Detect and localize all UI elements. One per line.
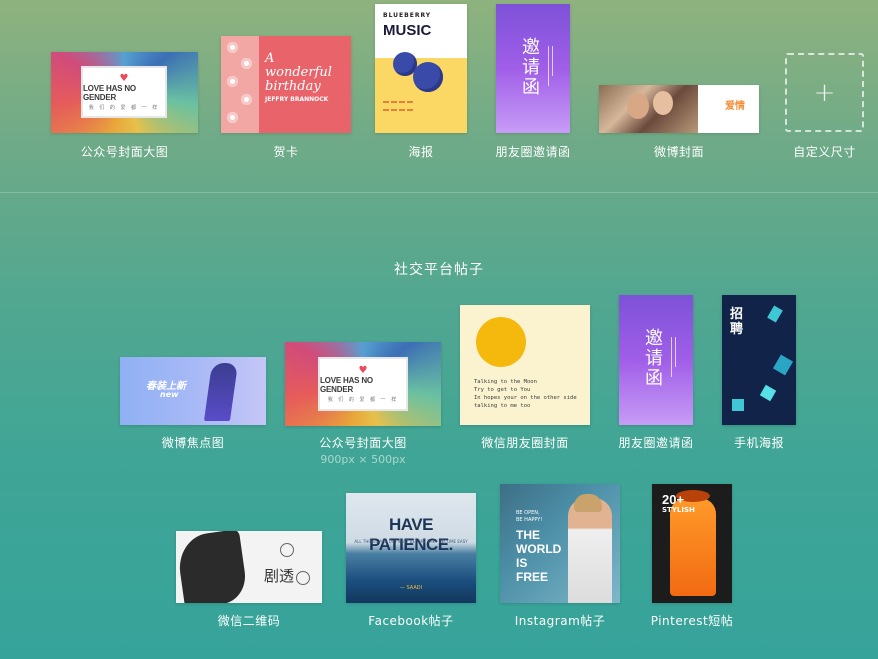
- cover-card: ♥ LOVE HAS NO GENDER 我 们 的 爱 都 一 样: [318, 357, 408, 411]
- template-thumb-pinterest[interactable]: 20+ STYLISH: [652, 484, 732, 603]
- phone-char: 聘: [730, 322, 744, 337]
- invite-chars: 邀请函: [522, 37, 540, 98]
- template-thumb-weibo-cover[interactable]: 爱情: [599, 85, 759, 133]
- label-facebook[interactable]: Facebook帖子: [336, 612, 486, 629]
- template-thumb-wechat-qr[interactable]: 剧透: [176, 531, 322, 603]
- fb-signature: — SAADI: [399, 585, 423, 591]
- moments-line: Try to get to You: [474, 387, 531, 393]
- weibo-love: 爱情: [725, 101, 745, 112]
- label-weibo-cover[interactable]: 微博封面: [599, 143, 759, 160]
- cover-title: LOVE HAS NO GENDER: [83, 83, 136, 102]
- template-thumb-moments-cover[interactable]: Talking to the Moon Try to get to You In…: [460, 305, 590, 425]
- pin-word: STYLISH: [662, 506, 695, 514]
- heart-icon: ♥: [119, 72, 129, 84]
- size-hint: 900px × 500px: [320, 453, 406, 466]
- cover-subtitle: 我 们 的 爱 都 一 样: [88, 104, 160, 111]
- label-invitation-2[interactable]: 朋友圈邀请函: [599, 434, 713, 451]
- template-thumb-wechat-cover[interactable]: ♥ LOVE HAS NO GENDER 我 们 的 爱 都 一 样: [51, 52, 198, 133]
- label-weibo-focus[interactable]: 微博焦点图: [120, 434, 266, 451]
- label-wechat-qr[interactable]: 微信二维码: [176, 612, 322, 629]
- flower-icon: [241, 58, 252, 69]
- template-thumb-invitation[interactable]: 邀请函: [496, 4, 570, 133]
- template-thumb-facebook[interactable]: HAVE PATIENCE. ALL THINGS ARE DIFFICULT …: [346, 493, 476, 603]
- film-reel-icon: [176, 531, 249, 603]
- ig-small: BE OPEN, BE HAPPY!: [516, 510, 543, 523]
- invite-chars: 邀请函: [645, 328, 663, 389]
- template-thumb-phone-poster[interactable]: 招 聘: [722, 295, 796, 425]
- poster-title: MUSIC: [383, 22, 432, 39]
- label-phone-poster[interactable]: 手机海报: [712, 434, 806, 451]
- label-instagram[interactable]: Instagram帖子: [490, 612, 630, 629]
- fb-title: HAVE PATIENCE.: [369, 515, 453, 554]
- label-wechat-cover[interactable]: 公众号封面大图: [51, 143, 198, 160]
- cover-card: ♥ LOVE HAS NO GENDER 我 们 的 爱 都 一 样: [81, 66, 167, 118]
- template-thumb-weibo-focus[interactable]: 春装上新 new: [120, 357, 266, 425]
- label-pinterest[interactable]: Pinterest短帖: [632, 612, 752, 629]
- label-greeting-card[interactable]: 贺卡: [221, 143, 351, 160]
- poster-top: BLUEBERRY: [383, 12, 432, 19]
- label-invitation[interactable]: 朋友圈邀请函: [476, 143, 590, 160]
- section-title: 社交平台帖子: [394, 262, 484, 278]
- ig-word: WORLD: [516, 542, 562, 556]
- template-thumb-instagram[interactable]: BE OPEN, BE HAPPY! THE WORLD IS FREE: [500, 484, 620, 603]
- label-custom-size[interactable]: 自定义尺寸: [775, 143, 874, 160]
- moments-line: In hopes your on the other side: [474, 395, 577, 401]
- template-thumb-greeting-card[interactable]: A wonderful birthday JEFFRY BRANNOCK: [221, 36, 351, 133]
- ig-word: IS: [516, 556, 528, 570]
- cover-subtitle: 我 们 的 爱 都 一 样: [327, 396, 399, 403]
- cover-title: LOVE HAS NO GENDER: [320, 375, 373, 394]
- ig-word: FREE: [516, 570, 549, 584]
- card-name: JEFFRY BRANNOCK: [265, 96, 329, 103]
- moments-line: talking to me too: [474, 403, 531, 409]
- label-poster[interactable]: 海报: [375, 143, 467, 160]
- flower-icon: [227, 42, 238, 53]
- phone-char: 招: [730, 307, 744, 322]
- template-thumb-poster[interactable]: BLUEBERRY MUSIC: [375, 4, 467, 133]
- ig-word: THE: [516, 528, 540, 542]
- label-wechat-cover-2[interactable]: 公众号封面大图: [285, 434, 441, 451]
- fb-subtitle: ALL THINGS ARE DIFFICULT BEFORE THEY BEC…: [354, 539, 468, 544]
- person-figure: [568, 498, 612, 603]
- sun-icon: [476, 317, 526, 367]
- flower-icon: [227, 76, 238, 87]
- focus-line2: new: [160, 390, 179, 399]
- flower-icon: [241, 94, 252, 105]
- template-thumb-invitation-2[interactable]: 邀请函: [619, 295, 693, 425]
- heart-icon: ♥: [358, 364, 368, 376]
- card-title: A wonderful birthday: [265, 51, 332, 94]
- template-thumb-wechat-cover-2[interactable]: ♥ LOVE HAS NO GENDER 我 们 的 爱 都 一 样: [285, 342, 441, 426]
- section-divider: [0, 192, 878, 193]
- flower-icon: [227, 112, 238, 123]
- plus-icon: +: [813, 77, 836, 108]
- qr-chars: 剧透: [264, 567, 295, 585]
- moments-line: Talking to the Moon: [474, 379, 537, 385]
- label-moments-cover[interactable]: 微信朋友圈封面: [460, 434, 590, 451]
- hiker-figure: [203, 363, 239, 421]
- blueberry-icon: [413, 62, 443, 92]
- custom-size-button[interactable]: +: [785, 53, 864, 132]
- pin-number: 20+: [662, 492, 685, 507]
